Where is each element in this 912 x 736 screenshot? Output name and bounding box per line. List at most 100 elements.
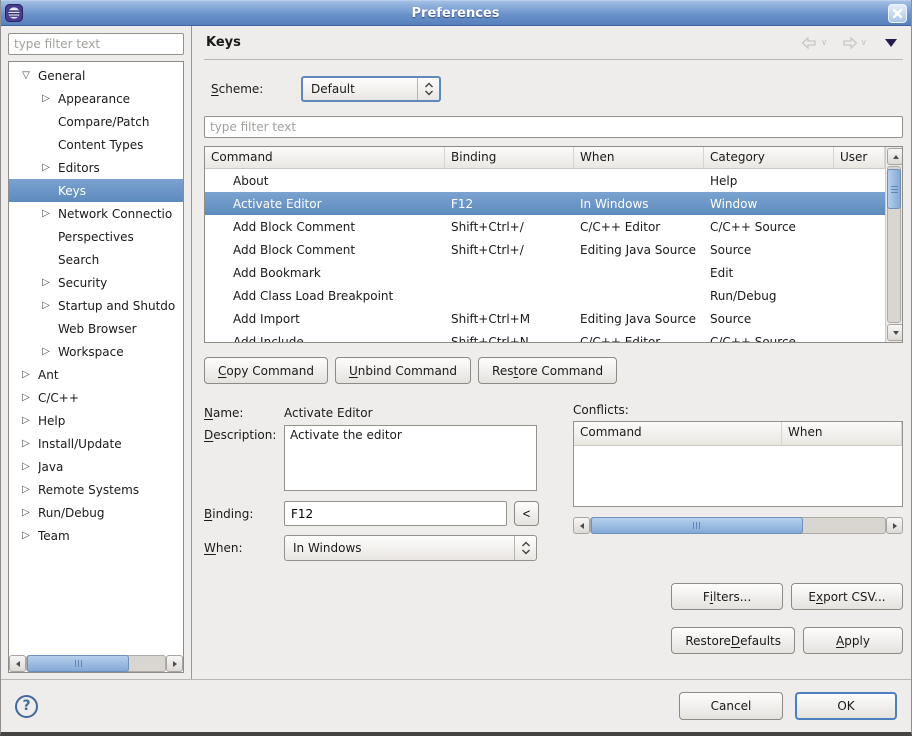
table-header-row: Command Binding When Category User	[205, 147, 885, 169]
sidebar-item-install-update[interactable]: Install/Update	[9, 432, 183, 455]
command-filter-input[interactable]	[204, 116, 903, 138]
expand-icon[interactable]	[19, 363, 33, 386]
expand-icon[interactable]	[19, 501, 33, 524]
table-vertical-scrollbar[interactable]	[885, 147, 902, 342]
table-row[interactable]: Add IncludeShift+Ctrl+NC/C++ EditorC/C++…	[205, 330, 885, 342]
scroll-right-button[interactable]	[166, 655, 183, 672]
sidebar-item-team[interactable]: Team	[9, 524, 183, 547]
sidebar-item-keys[interactable]: Keys	[9, 179, 183, 202]
sidebar-filter-input[interactable]	[8, 33, 184, 55]
sidebar-item-run-debug[interactable]: Run/Debug	[9, 501, 183, 524]
table-row[interactable]: Add Block CommentShift+Ctrl+/Editing Jav…	[205, 238, 885, 261]
chevron-left-icon: <	[523, 506, 531, 521]
view-menu-icon[interactable]	[885, 39, 897, 47]
binding-label: Binding:	[204, 507, 284, 521]
scroll-thumb[interactable]	[27, 655, 129, 672]
sidebar-item-editors[interactable]: Editors	[9, 156, 183, 179]
scroll-down-button[interactable]	[887, 324, 903, 341]
sidebar-item-perspectives[interactable]: Perspectives	[9, 225, 183, 248]
table-row[interactable]: Add Block CommentShift+Ctrl+/C/C++ Edito…	[205, 215, 885, 238]
column-header-category[interactable]: Category	[704, 147, 834, 168]
table-row[interactable]: Add ImportShift+Ctrl+MEditing Java Sourc…	[205, 307, 885, 330]
conflicts-horizontal-scrollbar[interactable]	[573, 517, 903, 534]
sidebar-horizontal-scrollbar[interactable]	[9, 655, 183, 672]
expand-icon[interactable]	[39, 271, 53, 294]
close-button[interactable]	[888, 4, 907, 23]
sidebar-item-search[interactable]: Search	[9, 248, 183, 271]
scheme-select[interactable]: Default	[301, 76, 441, 102]
column-header-command[interactable]: Command	[205, 147, 445, 168]
expand-icon[interactable]	[39, 156, 53, 179]
scroll-track[interactable]	[590, 517, 886, 534]
description-label: Description:	[204, 425, 284, 491]
table-row[interactable]: Add Class Load BreakpointRun/Debug	[205, 284, 885, 307]
export-csv-button[interactable]: Export CSV...	[791, 583, 903, 610]
expand-icon[interactable]	[39, 202, 53, 225]
scroll-thumb[interactable]	[887, 169, 901, 209]
table-row[interactable]: AboutHelp	[205, 169, 885, 192]
scroll-left-button[interactable]	[9, 655, 26, 672]
sidebar-item-remote-systems[interactable]: Remote Systems	[9, 478, 183, 501]
sidebar-item-ant[interactable]: Ant	[9, 363, 183, 386]
sidebar-item-c-cpp[interactable]: C/C++	[9, 386, 183, 409]
sidebar-item-compare-patch[interactable]: Compare/Patch	[9, 110, 183, 133]
apply-button[interactable]: Apply	[803, 627, 903, 654]
conflicts-column-command[interactable]: Command	[574, 422, 782, 445]
expand-icon[interactable]	[19, 524, 33, 547]
table-row[interactable]: Add BookmarkEdit	[205, 261, 885, 284]
forward-menu-chevron-icon[interactable]: ∨	[860, 38, 867, 48]
sidebar-item-web-browser[interactable]: Web Browser	[9, 317, 183, 340]
expand-icon[interactable]	[19, 386, 33, 409]
conflicts-label: Conflicts:	[573, 403, 903, 417]
expand-icon[interactable]	[39, 340, 53, 363]
column-header-user[interactable]: User	[834, 147, 885, 168]
column-header-binding[interactable]: Binding	[445, 147, 574, 168]
back-button[interactable]: ∨	[800, 35, 828, 51]
sidebar-item-network-connections[interactable]: Network Connectio	[9, 202, 183, 225]
conflicts-column-when[interactable]: When	[782, 422, 902, 445]
help-button[interactable]: ?	[15, 695, 38, 718]
sidebar-item-content-types[interactable]: Content Types	[9, 133, 183, 156]
collapse-icon[interactable]	[19, 64, 33, 87]
expand-icon[interactable]	[19, 478, 33, 501]
forward-button[interactable]: ∨	[839, 35, 867, 51]
when-select[interactable]: In Windows	[284, 535, 537, 561]
scroll-up-button[interactable]	[887, 148, 903, 165]
titlebar: Preferences	[1, 0, 911, 26]
scheme-label: Scheme:	[211, 82, 291, 96]
sidebar-item-java[interactable]: Java	[9, 455, 183, 478]
name-value: Activate Editor	[284, 406, 373, 420]
scroll-track[interactable]	[26, 655, 166, 672]
sidebar-item-workspace[interactable]: Workspace	[9, 340, 183, 363]
sidebar-item-security[interactable]: Security	[9, 271, 183, 294]
page-title: Keys	[206, 35, 241, 50]
expand-icon[interactable]	[39, 87, 53, 110]
sidebar-item-help[interactable]: Help	[9, 409, 183, 432]
table-row-selected[interactable]: Activate EditorF12In WindowsWindow	[205, 192, 885, 215]
sidebar-item-startup-shutdown[interactable]: Startup and Shutdo	[9, 294, 183, 317]
sidebar-item-general[interactable]: General	[9, 64, 183, 87]
column-header-when[interactable]: When	[574, 147, 704, 168]
description-textarea[interactable]: Activate the editor	[284, 425, 537, 491]
scroll-thumb[interactable]	[591, 517, 803, 534]
copy-command-button[interactable]: Copy Command	[204, 357, 328, 384]
cancel-button[interactable]: Cancel	[679, 692, 783, 720]
restore-defaults-button[interactable]: Restore Defaults	[671, 627, 795, 654]
filters-button[interactable]: Filters...	[671, 583, 783, 610]
window-title: Preferences	[23, 6, 888, 21]
back-menu-chevron-icon[interactable]: ∨	[821, 38, 828, 48]
unbind-command-button[interactable]: Unbind Command	[335, 357, 471, 384]
expand-icon[interactable]	[19, 432, 33, 455]
restore-command-button[interactable]: Restore Command	[478, 357, 617, 384]
scroll-track[interactable]	[887, 166, 901, 323]
binding-history-button[interactable]: <	[514, 501, 539, 526]
expand-icon[interactable]	[19, 409, 33, 432]
conflicts-table: Command When	[573, 421, 903, 507]
sidebar-item-appearance[interactable]: Appearance	[9, 87, 183, 110]
binding-input[interactable]	[284, 501, 507, 526]
expand-icon[interactable]	[39, 294, 53, 317]
expand-icon[interactable]	[19, 455, 33, 478]
ok-button[interactable]: OK	[795, 692, 897, 720]
scroll-left-button[interactable]	[573, 517, 590, 534]
scroll-right-button[interactable]	[886, 517, 903, 534]
